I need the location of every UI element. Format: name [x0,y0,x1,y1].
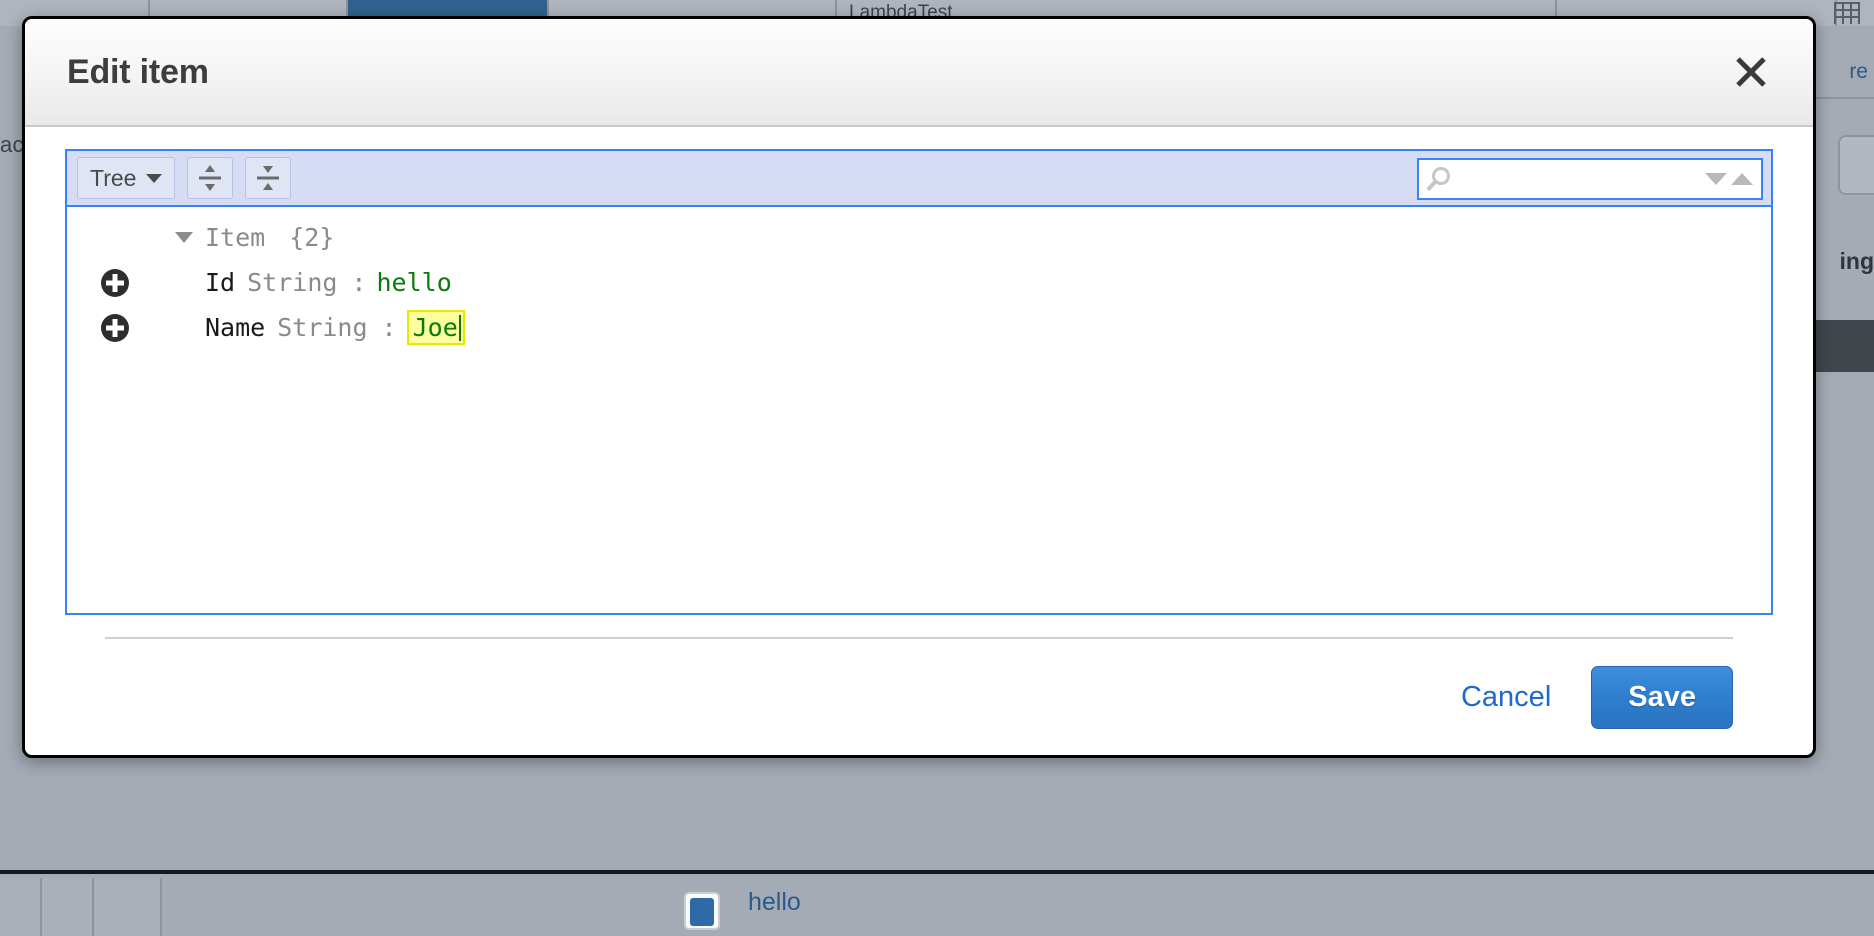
text-cursor [459,315,461,341]
tree-row[interactable]: Id String : hello [67,260,1771,305]
expand-all-button[interactable] [187,157,233,199]
background-table-row: hello [0,870,1874,936]
json-editor: Tree [65,149,1773,615]
grid-icon[interactable] [1834,2,1860,24]
tree-row[interactable]: Name String : Joe [67,305,1771,350]
dialog-header: Edit item [25,19,1813,127]
search-next-button[interactable] [1703,166,1729,192]
tree-field-name[interactable]: Name [205,313,277,342]
json-editor-toolbar: Tree [67,151,1771,207]
background-tab-label [0,0,148,2]
edit-item-dialog: Edit item Tree [22,16,1816,758]
plus-circle-icon[interactable] [99,312,131,344]
background-right-text: ing [1840,248,1874,275]
collapse-all-icon [255,164,281,192]
tree-separator: : [349,268,376,297]
tree-field-value-text: Joe [413,313,458,342]
background-tab-label [1557,0,1835,2]
collapse-all-button[interactable] [245,157,291,199]
tree-row-root[interactable]: Item {2} [67,215,1771,260]
plus-circle-icon[interactable] [99,267,131,299]
background-row-checkbox[interactable] [684,892,720,930]
background-table-gutter [0,878,162,936]
background-column-divider [92,878,94,936]
triangle-up-icon [1731,173,1753,185]
background-column-divider [40,878,42,936]
tree-root-label: Item [205,223,277,252]
background-right-link[interactable]: re [1849,60,1868,84]
tree-row-gutter [67,267,163,299]
search-box [1417,158,1763,200]
triangle-down-icon [1705,173,1727,185]
dialog-footer: Cancel Save [105,637,1733,755]
background-tab-label [549,0,835,2]
background-tab-label [150,0,346,2]
background-row-cell-hello[interactable]: hello [748,888,801,917]
tree-field-value-editing[interactable]: Joe [407,310,465,345]
json-tree[interactable]: Item {2} Id String : hello [67,207,1771,613]
background-tab-label [348,0,547,2]
collapse-toggle[interactable] [163,232,205,243]
expand-all-icon [197,164,223,192]
tree-field-value[interactable]: hello [376,268,451,297]
search-input[interactable] [1453,168,1703,191]
close-icon[interactable] [1729,50,1773,94]
tree-field-type: String [247,268,349,297]
background-button[interactable] [1838,135,1874,195]
triangle-collapse-icon [175,232,193,243]
tree-root-count: {2} [277,223,334,252]
dialog-body: Tree [25,127,1813,755]
mode-select-label: Tree [90,165,136,192]
chevron-down-icon [146,174,162,183]
mode-select-button[interactable]: Tree [77,157,175,199]
background-left-text: ac [0,132,24,158]
tree-field-name[interactable]: Id [205,268,247,297]
tree-field-type: String [277,313,379,342]
tree-row-gutter [67,312,163,344]
search-icon [1425,165,1453,193]
search-prev-button[interactable] [1729,166,1755,192]
page-title: Edit item [25,53,209,92]
save-button[interactable]: Save [1591,666,1733,729]
tree-separator: : [380,313,407,342]
cancel-button[interactable]: Cancel [1451,675,1561,720]
